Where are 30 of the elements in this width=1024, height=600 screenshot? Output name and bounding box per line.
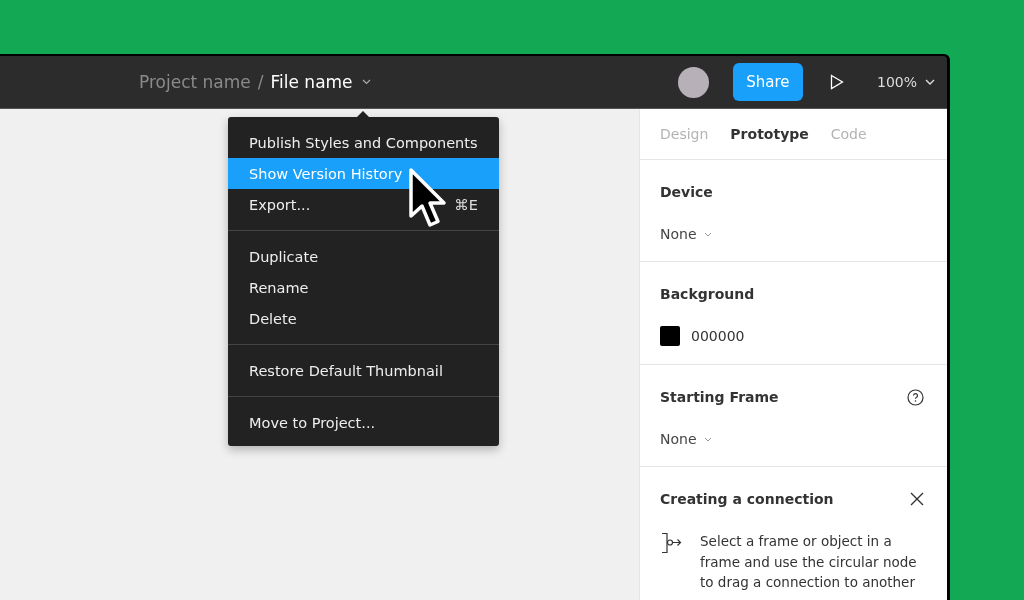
menu-item[interactable]: Duplicate xyxy=(228,241,499,272)
close-icon[interactable] xyxy=(910,492,924,506)
section-title: Starting Frame xyxy=(660,389,779,405)
menu-item[interactable]: Export... ⌘E xyxy=(228,189,499,220)
help-icon[interactable] xyxy=(907,388,924,406)
color-swatch[interactable] xyxy=(660,326,680,346)
connection-icon xyxy=(660,532,684,554)
file-name[interactable]: File name xyxy=(270,72,353,92)
pointer-cursor-icon xyxy=(408,167,446,229)
chevron-down-icon[interactable] xyxy=(361,79,371,85)
avatar[interactable] xyxy=(677,66,709,98)
menu-item[interactable]: Publish Styles and Components xyxy=(228,127,499,158)
project-name[interactable]: Project name xyxy=(139,72,251,92)
chevron-down-icon xyxy=(703,231,712,237)
dropdown[interactable]: None xyxy=(660,431,712,447)
breadcrumb-separator: / xyxy=(257,72,264,92)
menu-item[interactable]: Move to Project... xyxy=(228,407,499,438)
menu-item[interactable]: Delete xyxy=(228,303,499,334)
play-icon[interactable] xyxy=(829,74,844,90)
panel-tab[interactable]: Prototype xyxy=(730,126,809,142)
color-hex-value[interactable]: 000000 xyxy=(691,328,745,344)
dropdown[interactable]: None xyxy=(660,226,712,242)
section-title: Device xyxy=(660,184,713,200)
zoom-level[interactable]: 100% xyxy=(876,74,917,90)
section-title: Creating a connection xyxy=(660,491,834,507)
hint-text: Select a frame or object in a frame and use the circular node to drag a connection to another xyxy=(700,532,918,592)
chevron-down-icon xyxy=(703,436,712,442)
menu-item[interactable]: Rename xyxy=(228,272,499,303)
section-title: Background xyxy=(660,286,755,302)
menu-item[interactable]: Restore Default Thumbnail xyxy=(228,355,499,386)
